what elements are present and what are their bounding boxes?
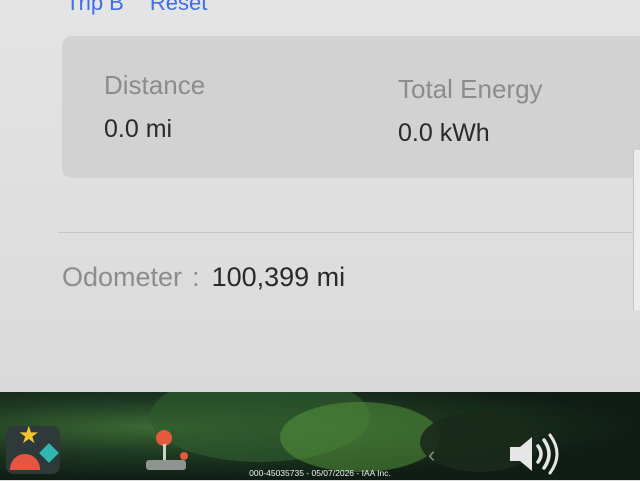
distance-stat: Distance 0.0 mi (104, 70, 205, 144)
reset-link[interactable]: Reset (150, 0, 207, 15)
odometer-label: Odometer (62, 262, 183, 292)
chevron-left-icon[interactable]: ‹ (428, 442, 435, 468)
diamond-icon (39, 443, 59, 463)
watermark-text: 000-45035735 - 05/07/2026 - IAA Inc. (249, 468, 391, 478)
distance-label: Distance (104, 70, 206, 100)
energy-value: 0.0 kWh (398, 119, 490, 147)
odometer-separator: : (192, 262, 200, 292)
trip-links: Trip B Reset (66, 0, 233, 16)
energy-label: Total Energy (398, 74, 543, 104)
odometer-row: Odometer:100,399 mi (62, 262, 345, 293)
odometer-value: 100,399 mi (211, 262, 346, 292)
wallpaper-blob (280, 402, 440, 472)
divider (58, 232, 640, 233)
distance-value: 0.0 mi (104, 115, 173, 143)
trip-card: Distance 0.0 mi Total Energy 0.0 kWh (62, 36, 640, 178)
trip-screen: Trip B Reset Distance 0.0 mi Total Energy… (0, 0, 640, 392)
trip-b-tab[interactable]: Trip B (66, 0, 124, 15)
star-icon: ★ (18, 422, 40, 449)
energy-stat: Total Energy 0.0 kWh (398, 74, 543, 148)
scrollbar[interactable] (633, 150, 640, 310)
joystick-button-icon (180, 452, 188, 460)
